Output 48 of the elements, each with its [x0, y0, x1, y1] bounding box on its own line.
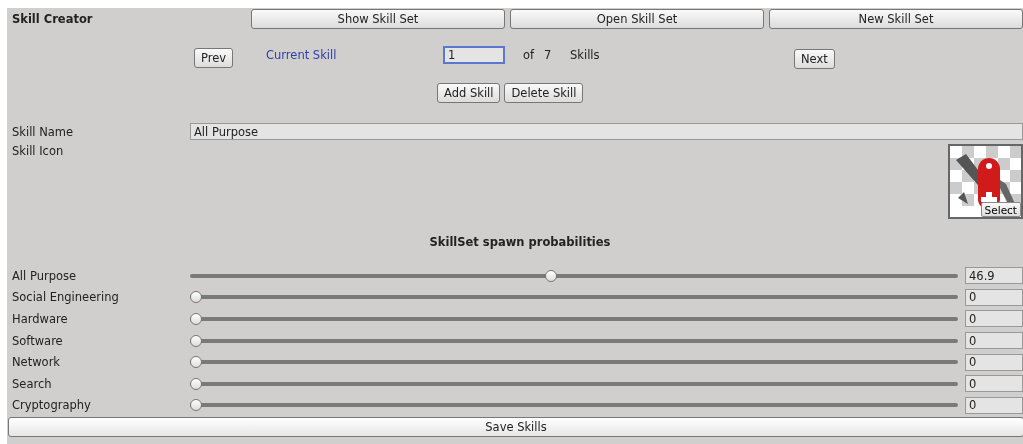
- probability-field[interactable]: 0: [965, 332, 1023, 350]
- next-button[interactable]: Next: [794, 49, 835, 69]
- current-skill-label: Current Skill: [266, 48, 337, 62]
- slider-thumb[interactable]: [190, 334, 202, 347]
- slider-thumb[interactable]: [190, 377, 202, 390]
- header-button[interactable]: Open Skill Set: [510, 9, 764, 29]
- skill-label: Hardware: [11, 312, 69, 326]
- probability-slider[interactable]: [190, 356, 958, 369]
- prev-button[interactable]: Prev: [194, 48, 234, 68]
- probability-slider[interactable]: [190, 377, 958, 390]
- probability-field[interactable]: 0: [965, 310, 1023, 328]
- probability-slider[interactable]: [190, 291, 958, 304]
- slider-thumb[interactable]: [544, 269, 557, 282]
- skill-label: Social Engineering: [11, 290, 120, 305]
- skill-label: Search: [11, 376, 53, 391]
- probability-slider[interactable]: [190, 399, 958, 412]
- probability-slider[interactable]: [190, 269, 958, 282]
- probability-field[interactable]: 0: [965, 353, 1023, 371]
- probability-field[interactable]: 0: [965, 375, 1023, 393]
- save-skills-button[interactable]: Save Skills: [8, 417, 1023, 438]
- skill-count: 7: [544, 48, 552, 62]
- skill-icon-slot[interactable]: Select: [948, 144, 1023, 219]
- skill-action-button[interactable]: Delete Skill: [504, 83, 584, 103]
- skill-label: Network: [11, 355, 62, 370]
- current-skill-field[interactable]: 1: [443, 46, 505, 64]
- field-label: Skill Name: [11, 124, 75, 139]
- header-button[interactable]: New Skill Set: [769, 9, 1023, 29]
- section-title: SkillSet spawn probabilities: [428, 235, 612, 251]
- probability-slider[interactable]: [190, 334, 958, 347]
- of-label: of: [523, 48, 535, 62]
- slider-thumb[interactable]: [190, 356, 202, 369]
- probability-field[interactable]: 0: [965, 288, 1023, 306]
- skill-name-field[interactable]: All Purpose: [190, 123, 1023, 140]
- probability-slider[interactable]: [190, 313, 958, 325]
- probability-field[interactable]: 0: [965, 396, 1023, 414]
- select-button[interactable]: Select: [980, 202, 1021, 217]
- skill-action-button[interactable]: Add Skill: [437, 83, 501, 103]
- slider-thumb[interactable]: [190, 399, 202, 412]
- probability-field[interactable]: 46.9: [965, 267, 1023, 285]
- header-button[interactable]: Show Skill Set: [251, 9, 505, 29]
- field-label: Skill Icon: [11, 143, 65, 158]
- window-title: Skill Creator: [11, 12, 94, 26]
- skill-label: Software: [11, 333, 64, 348]
- skill-label: All Purpose: [11, 268, 78, 283]
- slider-thumb[interactable]: [190, 313, 202, 325]
- slider-thumb[interactable]: [190, 291, 202, 304]
- skill-label: Cryptography: [11, 398, 92, 413]
- skills-label: Skills: [570, 48, 600, 62]
